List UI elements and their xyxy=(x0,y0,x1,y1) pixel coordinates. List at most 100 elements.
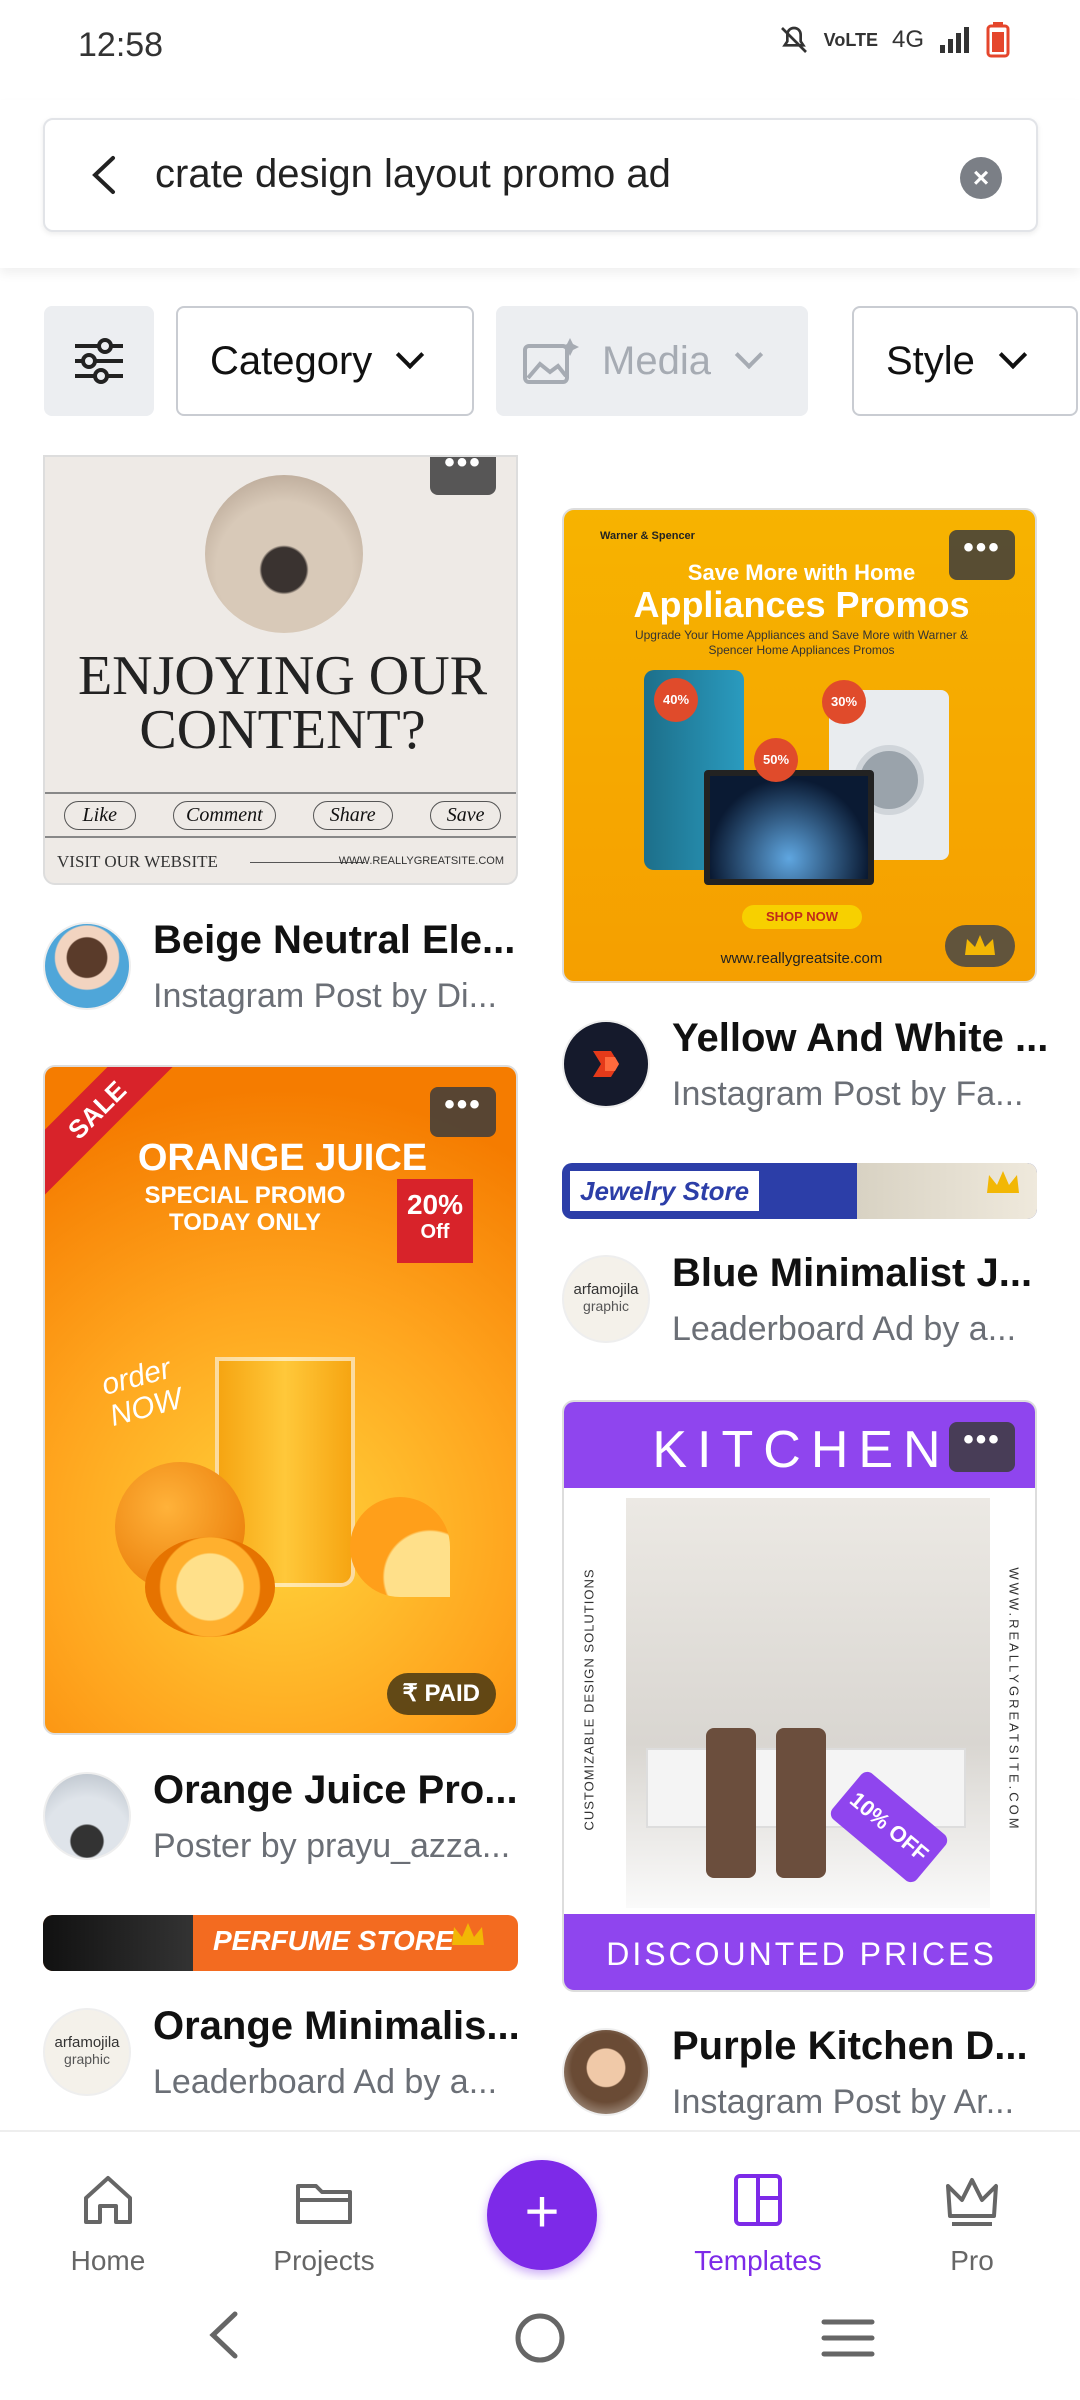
discount-value: 20% xyxy=(406,1189,464,1220)
template-subtitle: Leaderboard Ad by a... xyxy=(672,1310,1017,1348)
more-options-button[interactable]: ••• xyxy=(949,530,1015,580)
nav-projects[interactable]: Projects xyxy=(244,2172,404,2277)
crown-icon xyxy=(965,935,995,955)
premium-crown-badge xyxy=(945,925,1015,967)
search-input[interactable]: crate design layout promo ad xyxy=(155,152,671,197)
logo-text-1: arfamojila xyxy=(54,2034,120,2051)
chevron-down-icon xyxy=(396,340,425,370)
back-arrow-icon[interactable] xyxy=(81,150,131,200)
beige-footer-right: WWW.REALLYGREATSITE.COM xyxy=(338,855,504,867)
template-title: Yellow And White ... xyxy=(672,1016,1049,1060)
clear-search-icon[interactable]: × xyxy=(960,157,1002,199)
search-header: crate design layout promo ad × xyxy=(0,100,1080,268)
folder-icon xyxy=(296,2184,352,2224)
discount-tag: 20% Off xyxy=(397,1179,473,1263)
avatar xyxy=(562,2028,650,2116)
jewelry-label: Jewelry Store xyxy=(570,1171,760,1211)
perfume-label: PERFUME STORE xyxy=(213,1925,454,1956)
premium-crown-badge xyxy=(973,1165,1033,1201)
volte-icon: VoLTE xyxy=(823,29,878,50)
like-pill: Like xyxy=(63,800,136,830)
logo-text-2: graphic xyxy=(583,1298,629,1314)
avatar: arfamojila graphic xyxy=(43,2008,131,2096)
chevron-down-icon xyxy=(998,340,1028,370)
template-title: Blue Minimalist J... xyxy=(672,1251,1033,1295)
orange-wedge xyxy=(350,1497,450,1597)
media-filter[interactable]: Media xyxy=(496,306,808,416)
mute-bell-icon xyxy=(780,26,807,53)
home-icon xyxy=(84,2176,132,2224)
battery-icon xyxy=(986,22,1010,58)
sale-label: SALE xyxy=(61,1074,133,1146)
filter-settings-button[interactable] xyxy=(44,306,154,416)
template-title: Purple Kitchen D... xyxy=(672,2024,1028,2068)
template-card-beige[interactable]: ENJOYING OUR CONTENT? Like Comment Share… xyxy=(43,455,518,885)
logo-text-1: arfamojila xyxy=(573,1281,639,1298)
template-meta-beige[interactable]: Beige Neutral Ele... Instagram Post by D… xyxy=(43,918,518,1022)
discount-badge-1: 40% xyxy=(654,678,698,722)
share-pill: Share xyxy=(312,800,393,830)
create-button[interactable]: + xyxy=(487,2160,597,2270)
beige-headline: ENJOYING OUR CONTENT? xyxy=(77,645,488,761)
search-box[interactable]: crate design layout promo ad × xyxy=(43,118,1038,232)
template-card-perfume[interactable]: PERFUME STORE xyxy=(43,1915,518,1971)
laptop-photo xyxy=(205,475,363,633)
crown-icon xyxy=(946,2178,998,2226)
more-options-button[interactable]: ••• xyxy=(430,1087,496,1137)
save-pill: Save xyxy=(429,800,502,830)
network-label: 4G xyxy=(891,26,924,53)
template-card-kitchen[interactable]: KITCHEN CUSTOMIZABLE DESIGN SOLUTIONS WW… xyxy=(562,1400,1037,1992)
filter-bar: Category Media Style xyxy=(0,300,1080,420)
nav-home[interactable]: Home xyxy=(28,2172,188,2277)
logo-text-2: graphic xyxy=(64,2051,110,2067)
crown-icon xyxy=(452,1923,484,1945)
nav-pro[interactable]: Pro xyxy=(892,2172,1052,2277)
template-title: Orange Juice Pro... xyxy=(153,1768,518,1812)
more-options-button[interactable]: ••• xyxy=(430,457,496,495)
template-card-orange-juice[interactable]: SALE ORANGE JUICE SPECIAL PROMO TODAY ON… xyxy=(43,1065,518,1735)
juice-sub-2: TODAY ONLY xyxy=(168,1209,322,1236)
template-meta-blue[interactable]: arfamojila graphic Blue Minimalist J... L… xyxy=(562,1251,1037,1355)
style-filter[interactable]: Style xyxy=(852,306,1078,416)
chevron-down-icon xyxy=(734,340,764,370)
template-meta-orange[interactable]: Orange Juice Pro... Poster by prayu_azza… xyxy=(43,1768,518,1872)
tv-graphic xyxy=(704,770,874,885)
discount-badge-2: 30% xyxy=(822,680,866,724)
status-bar: 12:58 VoLTE 4G xyxy=(0,0,1080,90)
system-home-icon[interactable] xyxy=(512,2310,568,2366)
template-results: ENJOYING OUR CONTENT? Like Comment Share… xyxy=(0,455,1080,2120)
nav-templates[interactable]: Templates xyxy=(678,2172,838,2277)
sliders-icon xyxy=(75,338,123,384)
comment-pill: Comment xyxy=(173,800,276,830)
template-title: Orange Minimalis... xyxy=(153,2004,520,2048)
template-meta-yellow[interactable]: Yellow And White ... Instagram Post by F… xyxy=(562,1016,1048,1120)
system-recents-icon[interactable] xyxy=(820,2316,876,2360)
brand-label: Warner & Spencer xyxy=(600,530,695,542)
template-subtitle: Leaderboard Ad by a... xyxy=(153,2063,498,2101)
kitchen-footer-text: DISCOUNTED PRICES xyxy=(606,1936,997,1972)
kitchen-side-left: CUSTOMIZABLE DESIGN SOLUTIONS xyxy=(581,1568,597,1831)
avatar xyxy=(43,1772,131,1860)
category-filter[interactable]: Category xyxy=(176,306,474,416)
juice-sub-1: SPECIAL PROMO xyxy=(144,1182,346,1209)
template-meta-orange-min[interactable]: arfamojila graphic Orange Minimalis... Le… xyxy=(43,2004,520,2108)
premium-crown-badge xyxy=(438,1917,498,1953)
system-back-icon[interactable] xyxy=(205,2310,245,2360)
template-title: Beige Neutral Ele... xyxy=(153,918,516,962)
signal-icon xyxy=(940,27,969,53)
avatar xyxy=(43,922,131,1010)
template-subtitle: Instagram Post by Di... xyxy=(153,977,497,1015)
template-card-jewelry[interactable]: Jewelry Store xyxy=(562,1163,1037,1219)
more-options-button[interactable]: ••• xyxy=(949,1422,1015,1472)
juice-title: ORANGE JUICE xyxy=(137,1137,428,1179)
template-meta-purple[interactable]: Purple Kitchen D... Instagram Post by Ar… xyxy=(562,2024,1037,2120)
template-subtitle: Instagram Post by Ar... xyxy=(672,2083,1015,2120)
system-nav-bar xyxy=(0,2280,1080,2400)
media-image-icon xyxy=(523,338,579,384)
template-card-appliances[interactable]: Warner & Spencer Save More with Home App… xyxy=(562,508,1037,983)
abstract-logo-icon xyxy=(593,1051,619,1077)
shop-now-pill: SHOP NOW xyxy=(742,905,862,929)
nav-pro-label: Pro xyxy=(950,2245,994,2276)
order-now-text: order NOW xyxy=(98,1351,186,1433)
nav-projects-label: Projects xyxy=(273,2245,375,2276)
